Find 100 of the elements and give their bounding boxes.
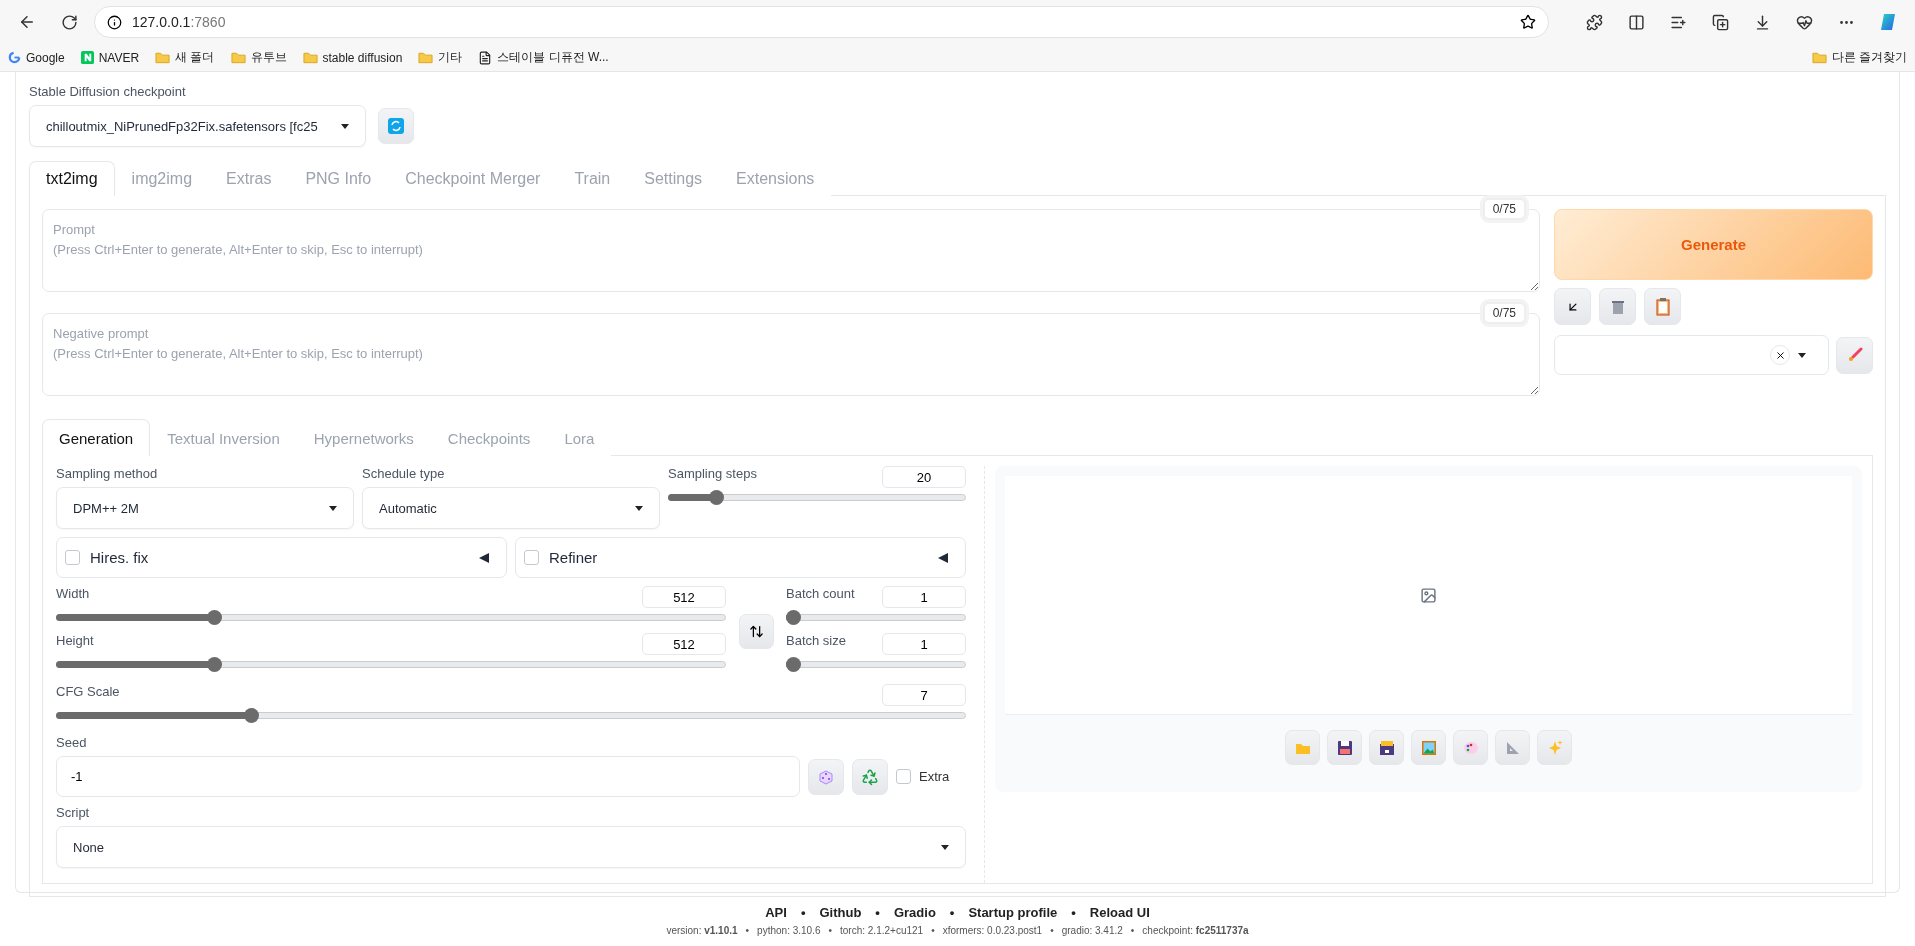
- separator: •: [1130, 925, 1135, 936]
- token-counter: 0/75: [1482, 198, 1526, 220]
- version-info: version: v1.10.1: [666, 925, 738, 936]
- field-label: Schedule type: [362, 466, 446, 481]
- checkpoint-dropdown[interactable]: chilloutmix_NiPrunedFp32Fix.safetensors [fc25: [29, 105, 366, 147]
- recycle-button[interactable]: [852, 758, 888, 795]
- field-label: Sampling method: [56, 466, 159, 481]
- number-field[interactable]: 1: [882, 633, 966, 655]
- slider[interactable]: [56, 708, 966, 723]
- number-field[interactable]: 512: [642, 586, 726, 608]
- bookmark[interactable]: 새 폴더: [155, 49, 215, 66]
- address-bar[interactable]: 127.0.0.1:7860: [94, 6, 1549, 38]
- info-icon[interactable]: [107, 14, 122, 30]
- dice-icon: [818, 768, 834, 785]
- accordion-header[interactable]: Hires. fix: [56, 537, 507, 578]
- bookmark[interactable]: stable diffusion: [302, 50, 403, 65]
- slider-thumb[interactable]: [243, 708, 259, 723]
- bookmark[interactable]: Google: [8, 50, 65, 65]
- folder-icon: [302, 51, 318, 64]
- page-icon: [478, 50, 493, 65]
- url-port: :7860: [190, 14, 226, 30]
- footer-link[interactable]: Startup profile: [968, 905, 1058, 920]
- slider-label: Width: [56, 586, 90, 601]
- brush-icon: [1846, 347, 1863, 363]
- slider-thumb[interactable]: [786, 610, 801, 625]
- separator: •: [800, 905, 806, 920]
- bookmark[interactable]: 스테이블 디퓨전 W...: [478, 49, 609, 66]
- slider[interactable]: [56, 610, 726, 625]
- naver-icon: [80, 51, 94, 64]
- footer-link[interactable]: Github: [819, 905, 862, 920]
- version-info: xformers: 0.0.23.post1: [942, 925, 1043, 936]
- bookmark[interactable]: NAVER: [80, 50, 140, 65]
- folder-icon: [155, 51, 171, 64]
- slider[interactable]: [786, 657, 966, 672]
- slider-thumb[interactable]: [206, 610, 222, 625]
- landscape-icon: [1419, 738, 1438, 757]
- separator: •: [1071, 905, 1076, 920]
- slider[interactable]: [56, 657, 726, 672]
- sampling-dropdown[interactable]: DPM++ 2M: [56, 487, 354, 529]
- schedule-dropdown[interactable]: Automatic: [362, 487, 660, 529]
- bookmark[interactable]: 기타: [418, 49, 463, 66]
- slider-label: Batch count: [786, 586, 855, 601]
- checkbox[interactable]: [524, 550, 539, 565]
- separator: •: [1050, 925, 1054, 936]
- arrow-button[interactable]: [1554, 288, 1591, 325]
- version-info: gradio: 3.41.2: [1061, 925, 1123, 936]
- checkbox[interactable]: [65, 550, 80, 565]
- swap-icon: [748, 623, 764, 639]
- separator: •: [745, 925, 750, 936]
- toolbar-button[interactable]: [1369, 730, 1404, 765]
- number-field[interactable]: 7: [882, 684, 966, 706]
- script-dropdown[interactable]: None: [56, 826, 966, 868]
- url-host: 127.0.0.1: [132, 14, 191, 30]
- slider-thumb[interactable]: [708, 490, 724, 505]
- bookmark-folder[interactable]: 다른 즐겨찾기: [1811, 49, 1907, 66]
- token-counter: 0/75: [1482, 302, 1526, 324]
- clipboard-icon: [1654, 297, 1671, 316]
- slider-thumb[interactable]: [206, 657, 222, 672]
- slider-thumb[interactable]: [786, 657, 801, 672]
- image-icon: [1420, 586, 1437, 604]
- accordion-header[interactable]: Refiner: [515, 537, 966, 578]
- swap-button[interactable]: [738, 613, 774, 649]
- slider[interactable]: [668, 490, 966, 505]
- accordion-label: Hires. fix: [90, 549, 149, 566]
- number-field[interactable]: 512: [642, 633, 726, 655]
- footer-link[interactable]: Gradio: [893, 905, 936, 920]
- version-info: python: 3.10.6: [757, 925, 821, 936]
- accordion-label: Refiner: [549, 549, 598, 566]
- separator: •: [875, 905, 880, 920]
- number-field[interactable]: 20: [882, 466, 966, 488]
- seed-field[interactable]: -1: [56, 756, 800, 797]
- field-label: Script: [56, 805, 91, 820]
- slider-label: Height: [56, 633, 94, 648]
- slider-label: CFG Scale: [56, 684, 120, 699]
- checkbox-label: Extra: [919, 769, 950, 784]
- field-label: Seed: [56, 735, 88, 750]
- google-icon: [8, 51, 21, 64]
- favorite-star-icon[interactable]: [1520, 14, 1536, 30]
- footer-link[interactable]: Reload UI: [1089, 905, 1150, 920]
- folder-icon: [418, 51, 434, 64]
- slider[interactable]: [786, 610, 966, 625]
- refresh-button[interactable]: [378, 108, 414, 144]
- recycle-icon: [861, 767, 879, 786]
- collapse-icon[interactable]: [478, 551, 490, 564]
- collapse-icon[interactable]: [937, 551, 949, 564]
- folder-icon: [230, 51, 246, 64]
- slider-label: Batch size: [786, 633, 846, 648]
- folder-icon: [1811, 51, 1827, 64]
- tab[interactable]: txt2img: [29, 161, 115, 196]
- field-label: Stable Diffusion checkpoint: [29, 84, 187, 99]
- number-field[interactable]: 1: [882, 586, 966, 608]
- footer-link[interactable]: API: [765, 905, 787, 920]
- version-info: checkpoint: fc2511737a: [1142, 925, 1249, 936]
- bookmark[interactable]: 유투브: [230, 49, 287, 66]
- refresh-icon: [388, 118, 404, 134]
- checkbox[interactable]: [896, 769, 911, 784]
- clipboard-button[interactable]: [1644, 288, 1681, 325]
- version-info: torch: 2.1.2+cu121: [840, 925, 924, 936]
- tab[interactable]: Generation: [42, 419, 151, 456]
- toolbar-button[interactable]: [1327, 730, 1362, 765]
